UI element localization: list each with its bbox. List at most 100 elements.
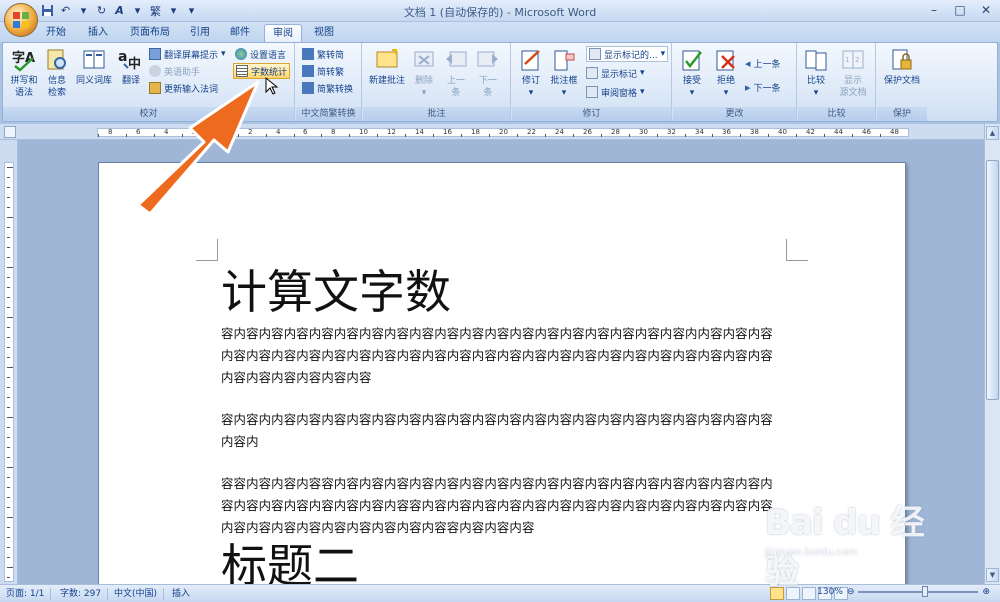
reviewing-pane-button[interactable]: 审阅窗格 ▾ (586, 84, 645, 100)
next-change-button[interactable]: ▸ 下一条 (745, 79, 781, 95)
thesaurus-button[interactable]: 同义词库 (73, 47, 115, 87)
horizontal-ruler[interactable]: 8 6 4 2 2 4 6 8 10 12 14 16 18 20 22 24 26 28 30 32 34 36 38 40… (0, 124, 1000, 140)
ruler-tick (7, 547, 10, 548)
tab-view[interactable]: 视图 (306, 24, 342, 42)
next-change-icon: ▸ (745, 80, 751, 94)
english-assistant-label: 英语助手 (164, 67, 201, 78)
research-label: 信息 检索 (47, 76, 66, 98)
crop-mark (196, 239, 218, 261)
scroll-down-button[interactable]: ▼ (986, 568, 999, 582)
accept-button[interactable]: 接受 ▾ (677, 47, 707, 99)
ruler-tick (266, 134, 267, 137)
translate-button[interactable]: a中 翻译 (117, 47, 145, 87)
page-count[interactable]: 页面: 1/1 (6, 588, 52, 600)
tab-home[interactable]: 开始 (38, 24, 74, 42)
chevron-down-icon: ▾ (640, 87, 645, 97)
show-source-button[interactable]: 12 显示 源文档 (834, 47, 872, 99)
chinese-convert-button[interactable]: 简繁转换 (302, 80, 353, 96)
tab-insert[interactable]: 插入 (80, 24, 116, 42)
next-comment-label: 下一 条 (478, 76, 497, 98)
reject-button[interactable]: 拒绝 ▾ (711, 47, 741, 99)
word-count-status[interactable]: 字数: 297 (60, 588, 109, 600)
balloons-button[interactable]: 批注框 ▾ (548, 47, 580, 99)
ruler-tick (7, 387, 10, 388)
insert-mode-status[interactable]: 插入 (172, 588, 196, 600)
tab-mailings[interactable]: 邮件 (222, 24, 258, 42)
to-simplified-button[interactable]: 繁转简 (302, 46, 344, 62)
accept-label: 接受 (682, 76, 701, 86)
new-comment-label: 新建批注 (368, 76, 405, 86)
ruler-number: 34 (695, 128, 704, 136)
display-for-review-value: 显示标记的... (604, 50, 658, 61)
spelling-grammar-button[interactable]: 字A 拼写和 语法 (7, 47, 41, 99)
zoom-in-icon[interactable]: ⊕ (982, 587, 990, 597)
document-paragraph[interactable]: 容内容内内容内容内容内容内容内容内容内容内容内容内容内容内容内容内容内容内容内容… (221, 409, 785, 453)
new-comment-button[interactable]: 新建批注 (366, 47, 408, 87)
new-comment-icon (374, 47, 400, 73)
track-changes-button[interactable]: 修订 ▾ (516, 47, 546, 99)
scroll-up-button[interactable]: ▲ (986, 126, 999, 140)
spelling-icon: 字A (11, 47, 37, 73)
display-markup-icon (589, 48, 601, 60)
document-title[interactable]: 计算文字数 (221, 263, 451, 321)
prev-change-icon: ◂ (745, 56, 751, 70)
to-traditional-label: 简转繁 (317, 67, 345, 78)
translate-tip-button[interactable]: 翻译屏幕提示 ▾ (149, 46, 226, 62)
research-button[interactable]: 信息 检索 (43, 47, 71, 99)
compare-label: 比较 (806, 76, 825, 86)
delete-comment-button[interactable]: 删除 ▾ (411, 47, 437, 99)
ruler-tick (7, 567, 13, 568)
ruler-tick (98, 134, 99, 137)
svg-text:2: 2 (855, 56, 859, 64)
prev-change-label: 上一条 (753, 59, 781, 70)
ruler-tick (7, 247, 10, 248)
office-button[interactable] (4, 3, 38, 37)
set-language-button[interactable]: 设置语言 (235, 46, 286, 62)
ruler-tick (7, 377, 10, 378)
scroll-thumb[interactable] (986, 160, 999, 400)
ruler-tick (712, 134, 713, 137)
ruler-number: 44 (834, 128, 843, 136)
vertical-scrollbar[interactable]: ▲ ▼ (984, 124, 1000, 584)
vertical-ruler[interactable] (0, 140, 18, 584)
ruler-tick (7, 237, 10, 238)
ruler-tick (7, 207, 10, 208)
show-markup-button[interactable]: 显示标记 ▾ (586, 65, 645, 81)
display-for-review-select[interactable]: 显示标记的... ▾ (586, 46, 669, 62)
office-logo-icon (13, 12, 29, 28)
compare-button[interactable]: 比较 ▾ (802, 47, 830, 99)
protect-document-button[interactable]: 保护文档 (881, 47, 923, 87)
ruler-tick (7, 397, 10, 398)
ruler-tick (7, 417, 13, 418)
ruler-tick (7, 537, 10, 538)
show-source-icon: 12 (840, 47, 866, 73)
word-count-button[interactable]: 字数统计 (233, 63, 291, 79)
update-ime-label: 更新输入法词 (164, 84, 219, 95)
ribbon: 字A 拼写和 语法 信息 检索 同义词库 a中 翻译 翻译屏幕提示 ▾ 英语助手… (2, 42, 998, 122)
prev-change-button[interactable]: ◂ 上一条 (745, 55, 781, 71)
tab-selector[interactable] (4, 126, 16, 138)
tab-page-layout[interactable]: 页面布局 (122, 24, 178, 42)
lock-icon (889, 47, 915, 73)
next-comment-button[interactable]: 下一 条 (475, 47, 501, 99)
close-button[interactable]: ✕ (976, 1, 996, 19)
tab-review[interactable]: 审阅 (264, 24, 302, 42)
to-traditional-button[interactable]: 简转繁 (302, 63, 344, 79)
prev-comment-icon (443, 47, 469, 73)
minimize-button[interactable]: – (924, 1, 944, 19)
translate-icon: a中 (118, 47, 144, 73)
tab-references[interactable]: 引用 (182, 24, 218, 42)
update-ime-button[interactable]: 更新输入法词 (149, 80, 218, 96)
show-markup-label: 显示标记 (601, 69, 638, 80)
ruler-tick (573, 134, 574, 137)
changes-group: 接受 ▾ 拒绝 ▾ ◂ 上一条 ▸ 下一条 更改 (673, 43, 797, 121)
maximize-button[interactable]: □ (950, 1, 970, 19)
prev-comment-button[interactable]: 上一 条 (443, 47, 469, 99)
english-assistant-button[interactable]: 英语助手 (149, 63, 200, 79)
ruler-tick (7, 517, 13, 518)
document-paragraph[interactable]: 容容内容内容内容容内容内容内容内容内容内容内容内容内容内容内容内容内容内容内容内… (221, 473, 785, 539)
reviewing-pane-label: 审阅窗格 (601, 88, 638, 99)
document-paragraph[interactable]: 容内容内容内容内容内容内容内容内容内容内容内容内容内容内容内容内容内容内容内内容… (221, 323, 785, 389)
window-controls: – □ ✕ (924, 1, 996, 19)
language-status[interactable]: 中文(中国) (114, 588, 165, 600)
